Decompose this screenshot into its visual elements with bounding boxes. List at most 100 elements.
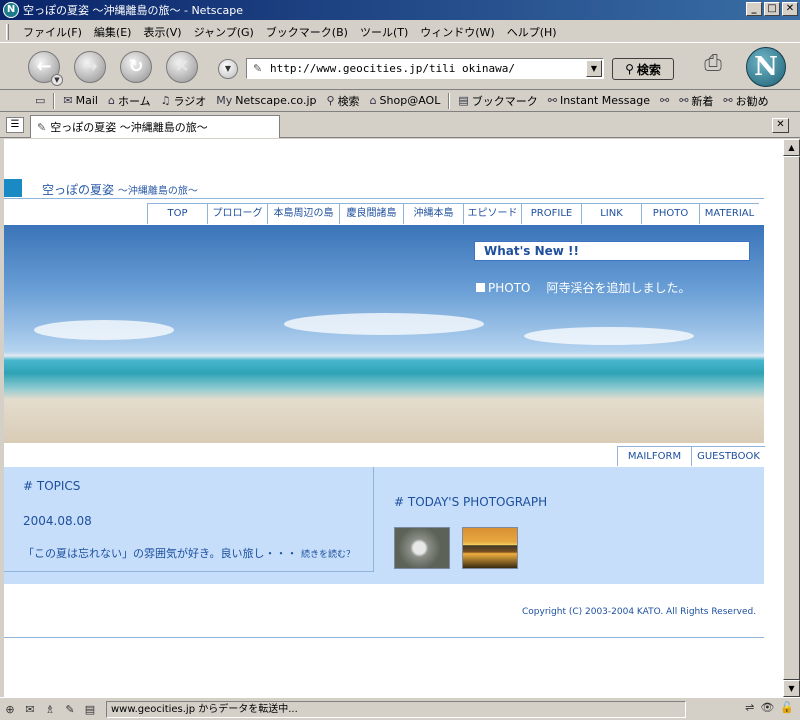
personal-item-shop[interactable]: ⌂ Shop@AOL: [365, 94, 446, 107]
search-button[interactable]: ⚲ 検索: [612, 58, 674, 80]
menu-file[interactable]: ファイル(F): [17, 24, 88, 40]
sidebar-toggle-icon[interactable]: ☰: [6, 117, 24, 133]
nav-link-photo[interactable]: PHOTO: [641, 204, 699, 224]
personal-item-mail[interactable]: ✉ Mail: [58, 94, 103, 107]
link-icon: ⚯: [547, 94, 557, 107]
nav-link-mailform[interactable]: MAILFORM: [617, 446, 691, 466]
home-icon: ⌂: [107, 94, 115, 107]
url-bar[interactable]: ✎ http://www.geocities.jp/tili okinawa/ …: [246, 58, 604, 79]
link-icon: ⚯: [723, 94, 733, 107]
topics-heading: # TOPICS: [23, 479, 81, 493]
back-history-dropdown-icon[interactable]: ▼: [51, 74, 63, 86]
toolbar-grip[interactable]: [6, 23, 9, 40]
nav-link-okinawa[interactable]: 沖縄本島: [403, 204, 463, 224]
nav-link-top[interactable]: TOP: [147, 204, 207, 224]
todays-photo-thumbnail[interactable]: [462, 527, 518, 569]
menu-go[interactable]: ジャンプ(G): [188, 24, 260, 40]
personal-item-netscape[interactable]: My Netscape.co.jp: [211, 94, 321, 107]
menu-window[interactable]: ウィンドウ(W): [414, 24, 500, 40]
site-title: 空っぽの夏姿 〜沖縄離島の旅〜: [42, 181, 198, 198]
whats-new-text: 阿寺渓谷を追加しました。: [546, 281, 691, 295]
online-status-icon[interactable]: ⇌: [745, 701, 754, 714]
menu-view[interactable]: 表示(V): [137, 24, 187, 40]
security-lock-icon[interactable]: 🔓: [780, 701, 794, 714]
topics-section: # TOPICS 2004.08.08 「この夏は忘れない」の雰囲気が好き。良い…: [4, 467, 374, 572]
netscape-app-icon: N: [3, 2, 19, 18]
composer-icon[interactable]: ✎: [60, 703, 80, 716]
address-book-icon[interactable]: ▤: [80, 703, 100, 716]
vertical-scrollbar[interactable]: ▲ ▼: [783, 139, 800, 697]
popup-blocker-icon[interactable]: 👁: [760, 701, 774, 714]
todays-photo-heading: # TODAY'S PHOTOGRAPH: [394, 495, 548, 509]
navigator-icon[interactable]: ⊕: [0, 703, 20, 716]
personal-item-label: 検索: [337, 94, 360, 108]
tab-close-button[interactable]: ✕: [772, 118, 789, 133]
nav-link-honto-islands[interactable]: 本島周辺の島: [267, 204, 339, 224]
bookmark-icon: ▤: [458, 94, 469, 107]
personal-item-bookmarks[interactable]: ▤ ブックマーク: [453, 93, 542, 109]
topic-date: 2004.08.08: [23, 514, 92, 528]
radio-icon: ♫: [160, 94, 171, 107]
forward-arrow-icon: →: [82, 56, 98, 77]
reload-button[interactable]: ↻: [120, 51, 152, 83]
toolbar-separator: [53, 92, 56, 109]
instant-messenger-icon[interactable]: ♗: [40, 703, 60, 716]
nav-link-material[interactable]: MATERIAL: [699, 204, 759, 224]
netscape-logo[interactable]: N: [746, 47, 786, 87]
site-title-main: 空っぽの夏姿: [42, 183, 115, 197]
page-proxy-icon[interactable]: ✎: [253, 62, 267, 75]
nav-link-episode[interactable]: エピソード: [463, 204, 521, 224]
personal-item-home[interactable]: ⌂ ホーム: [103, 93, 156, 109]
personal-toolbar-menu[interactable]: ▭: [30, 94, 50, 107]
tab-bar: ☰ ✎ 空っぽの夏姿 〜沖縄離島の旅〜 ✕: [0, 113, 800, 138]
menubar: ファイル(F) 編集(E) 表示(V) ジャンプ(G) ブックマーク(B) ツー…: [0, 21, 800, 42]
nav-link-guestbook[interactable]: GUESTBOOK: [691, 446, 765, 466]
close-button[interactable]: ✕: [782, 2, 798, 16]
read-more-link[interactable]: 続きを読む？: [301, 550, 355, 560]
nav-link-kerama[interactable]: 慶良間諸島: [339, 204, 403, 224]
tab-active[interactable]: ✎ 空っぽの夏姿 〜沖縄離島の旅〜: [30, 115, 280, 138]
forward-button[interactable]: →: [74, 51, 106, 83]
personal-item-radio[interactable]: ♫ ラジオ: [156, 93, 212, 109]
menu-help[interactable]: ヘルプ(H): [501, 24, 563, 40]
personal-item-new[interactable]: ⚯ 新着: [674, 93, 718, 109]
status-text: www.geocities.jp からデータを転送中...: [106, 700, 686, 718]
scroll-down-button[interactable]: ▼: [783, 680, 800, 697]
whats-new-item[interactable]: PHOTO 阿寺渓谷を追加しました。: [476, 279, 691, 296]
menu-tools[interactable]: ツール(T): [354, 24, 414, 40]
back-arrow-icon: ←: [36, 56, 52, 77]
reload-icon: ↻: [128, 56, 144, 77]
scroll-thumb[interactable]: [783, 156, 800, 680]
menu-bookmarks[interactable]: ブックマーク(B): [260, 24, 354, 40]
nav-link-profile[interactable]: PROFILE: [521, 204, 581, 224]
print-icon[interactable]: ⎙: [696, 51, 730, 81]
scroll-up-button[interactable]: ▲: [783, 139, 800, 156]
maximize-button[interactable]: □: [764, 2, 780, 16]
menu-edit[interactable]: 編集(E): [88, 24, 138, 40]
personal-item-instant-message[interactable]: ⚯ Instant Message: [543, 94, 655, 107]
personal-item-link[interactable]: ⚯: [655, 94, 674, 107]
nav-link-prologue[interactable]: プロローグ: [207, 204, 267, 224]
topic-text: 「この夏は忘れない」の雰囲気が好き。良い旅し・・・: [23, 547, 298, 560]
info-panel: # TOPICS 2004.08.08 「この夏は忘れない」の雰囲気が好き。良い…: [4, 467, 764, 584]
personal-item-search[interactable]: ⚲ 検索: [322, 93, 365, 109]
magnifier-icon: ⚲: [625, 62, 634, 76]
personal-item-label: Mail: [75, 94, 98, 107]
url-input[interactable]: http://www.geocities.jp/tili okinawa/: [270, 62, 586, 75]
nav-link-link[interactable]: LINK: [581, 204, 641, 224]
sub-nav: MAILFORM GUESTBOOK: [617, 446, 765, 466]
url-dropdown-button[interactable]: ▼: [586, 60, 602, 77]
topic-link[interactable]: 「この夏は忘れない」の雰囲気が好き。良い旅し・・・ 続きを読む？: [23, 545, 355, 561]
url-history-dropdown-icon[interactable]: ▼: [218, 59, 238, 79]
hero-beach-image: What's New !! PHOTO 阿寺渓谷を追加しました。: [4, 225, 764, 443]
mail-icon[interactable]: ✉: [20, 703, 40, 716]
todays-photo-thumbnail[interactable]: [394, 527, 450, 569]
minimize-button[interactable]: _: [746, 2, 762, 16]
toolbar-separator: [448, 92, 451, 109]
personal-toolbar: ▭ ✉ Mail ⌂ ホーム ♫ ラジオ My Netscape.co.jp ⚲ 検索 ⌂…: [0, 90, 800, 112]
personal-item-recommend[interactable]: ⚯ お勧め: [718, 93, 773, 109]
stop-button[interactable]: ✕: [166, 51, 198, 83]
personal-item-label: 新着: [691, 94, 714, 108]
back-button[interactable]: ← ▼: [28, 51, 63, 86]
whats-new-category: PHOTO: [488, 281, 531, 295]
